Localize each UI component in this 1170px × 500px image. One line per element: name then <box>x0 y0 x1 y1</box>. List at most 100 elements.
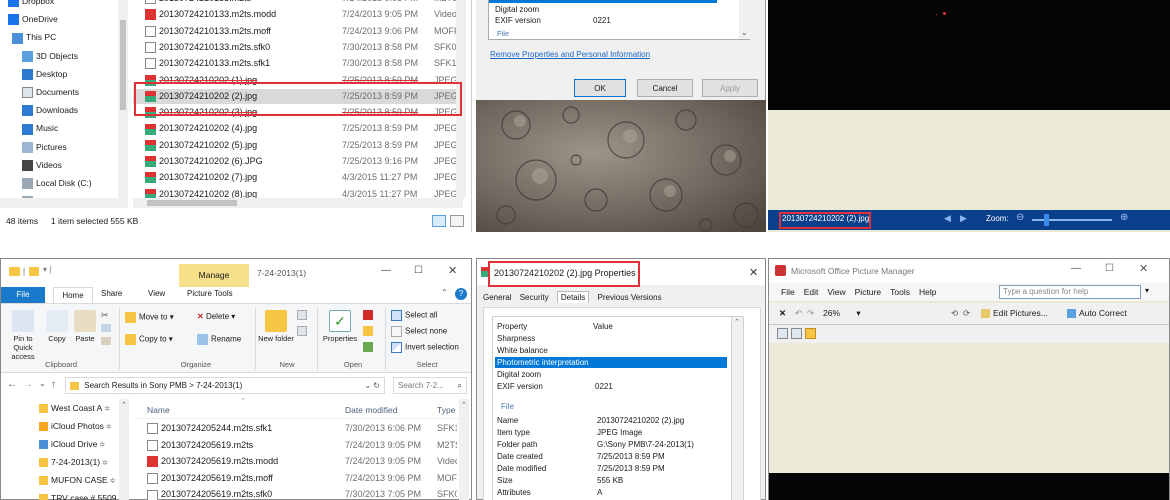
search-box[interactable]: Search 7-2... ⌕ <box>393 377 467 394</box>
qat-dropdown-icon[interactable]: ▾ | <box>43 265 51 274</box>
nav-item[interactable]: Music <box>22 121 58 136</box>
easy-access-icon[interactable] <box>297 326 307 336</box>
header-value[interactable]: Value <box>593 321 613 332</box>
file-property-row[interactable]: Date created 7/25/2013 8:59 PM <box>497 451 665 462</box>
help-icon[interactable]: ? <box>455 288 467 300</box>
file-property-row[interactable]: Attributes A <box>497 487 602 498</box>
property-row[interactable]: Photometric interpretation <box>495 357 727 368</box>
remove-properties-link[interactable]: Remove Properties and Personal Informati… <box>490 50 650 59</box>
nav-item[interactable]: This PC <box>12 30 56 45</box>
file-row[interactable]: 20130724210202 (6).JPG 7/25/2013 9:16 PM J… <box>133 154 463 169</box>
copy-path-icon[interactable] <box>101 324 111 332</box>
nav-item[interactable]: Dropbox <box>8 0 54 9</box>
select-none-button[interactable]: Select none <box>391 326 447 337</box>
details-view-icon[interactable] <box>432 215 446 227</box>
undo-icon[interactable]: ↶ <box>795 308 802 319</box>
tab-previous-versions[interactable]: Previous Versions <box>598 293 662 302</box>
open-icon[interactable] <box>363 310 373 320</box>
ribbon-collapse-icon[interactable]: ⌃ <box>441 288 448 297</box>
top-file-hscrollbar[interactable] <box>133 198 463 208</box>
file-row[interactable]: 20130724205619.m2ts 7/24/2013 9:05 PM M2TS <box>135 438 457 453</box>
delete-x-icon[interactable]: ✕ <box>779 308 786 319</box>
zoom-dropdown[interactable]: 26% ▾ <box>823 308 861 319</box>
rotate-left-icon[interactable]: ⟲ <box>951 308 958 319</box>
property-row[interactable]: EXIF version 0221 <box>495 15 611 26</box>
file-row[interactable]: 20130724210133.m2ts.sfk0 7/30/2013 8:58 P… <box>133 40 463 55</box>
picmgr-minimize-icon[interactable]: — <box>1071 263 1081 274</box>
file-row[interactable]: 20130724210133.m2ts.modd 7/24/2013 9:05 P… <box>133 7 463 22</box>
top-props-vscrollbar[interactable]: ⌄ <box>739 0 750 39</box>
file-row[interactable]: 20130724210202 (7).jpg 4/3/2015 11:27 PM J… <box>133 170 463 185</box>
new-folder-button[interactable]: New folder <box>257 310 295 343</box>
file-row[interactable]: 20130724210202 (1).jpg 7/25/2013 8:59 PM J… <box>133 73 463 88</box>
maximize-icon[interactable]: ☐ <box>414 265 423 276</box>
next-arrow-icon[interactable]: ▶ <box>960 213 967 224</box>
large-icons-view-icon[interactable] <box>450 215 464 227</box>
tab-share[interactable]: Share <box>101 289 122 298</box>
property-row[interactable]: Digital zoom <box>495 369 727 380</box>
menu-picture[interactable]: Picture <box>855 287 881 297</box>
invert-selection-button[interactable]: Invert selection <box>391 342 459 353</box>
nav-item[interactable]: TRV case # 5509 ✲ <box>39 491 124 500</box>
nav-item[interactable]: Documents <box>22 85 79 100</box>
bottom-file-vscrollbar[interactable]: ⌃ <box>459 399 469 500</box>
top-cancel-button[interactable]: Cancel <box>637 79 693 97</box>
up-arrow-icon[interactable]: ↑ <box>51 379 56 390</box>
property-row[interactable]: Digital zoom <box>495 4 539 15</box>
file-property-row[interactable]: Size 555 KB <box>497 475 623 486</box>
file-row[interactable]: 20130724205244.m2ts.sfk1 7/30/2013 6:06 P… <box>135 421 457 436</box>
refresh-icon[interactable]: ⌄ ↻ <box>364 378 380 393</box>
nav-item[interactable]: Videos <box>22 158 62 173</box>
nav-item[interactable]: Downloads <box>22 103 78 118</box>
top-nav-hscrollbar[interactable] <box>0 198 128 208</box>
thumbnail-view-icon[interactable] <box>777 328 788 339</box>
column-type[interactable]: Type <box>437 405 455 415</box>
recent-dropdown-icon[interactable]: ⌄ <box>39 379 46 388</box>
details-scrollbar[interactable]: ⌃ <box>732 316 744 500</box>
file-row[interactable]: 20130724205619.m2ts.sfk0 7/30/2013 7:05 P… <box>135 487 457 500</box>
file-row[interactable]: 20130724210133.m2ts.moff 7/24/2013 9:06 P… <box>133 24 463 39</box>
forward-arrow-icon[interactable]: → <box>23 379 33 390</box>
tab-home[interactable]: Home <box>53 287 93 303</box>
edit-icon[interactable] <box>363 326 373 336</box>
top-apply-button[interactable]: Apply <box>702 79 758 97</box>
prev-arrow-icon[interactable]: ◀ <box>944 213 951 224</box>
file-row[interactable]: 20130724210202 (5).jpg 7/25/2013 8:59 PM J… <box>133 138 463 153</box>
auto-correct-button[interactable]: Auto Correct <box>1067 308 1127 319</box>
tab-picture-tools[interactable]: Picture Tools <box>187 289 233 298</box>
nav-item[interactable]: iCloud Drive ✲ <box>39 437 105 452</box>
column-name[interactable]: Name <box>147 405 170 415</box>
nav-item[interactable]: OneDrive <box>8 12 58 27</box>
file-property-row[interactable]: Folder path G:\Sony PMB\7-24-2013(1) <box>497 439 694 450</box>
select-all-button[interactable]: Select all <box>391 310 437 321</box>
help-question-input[interactable]: Type a question for help <box>999 285 1141 299</box>
file-row[interactable]: 20130724205619.m2ts.modd 7/24/2013 9:05 P… <box>135 454 457 469</box>
menu-edit[interactable]: Edit <box>804 287 819 297</box>
file-property-row[interactable]: Date modified 7/25/2013 8:59 PM <box>497 463 665 474</box>
column-date-modified[interactable]: Date modified <box>345 405 397 415</box>
nav-item[interactable]: MUFON CASE ✲ <box>39 473 115 488</box>
property-row[interactable]: EXIF version 0221 <box>495 381 727 392</box>
file-row[interactable]: 20130724205619.m2ts.moff 7/24/2013 9:06 P… <box>135 471 457 486</box>
pin-quick-access-button[interactable]: Pin to Quick access <box>3 310 43 361</box>
file-row[interactable]: 20130724210133.m2ts.sfk1 7/30/2013 8:58 P… <box>133 56 463 71</box>
picmgr-maximize-icon[interactable]: ☐ <box>1105 263 1114 274</box>
new-item-icon[interactable] <box>297 310 307 320</box>
rename-button[interactable]: Rename <box>197 334 241 345</box>
tab-security[interactable]: Security <box>520 293 549 302</box>
quick-save-icon[interactable] <box>29 267 39 276</box>
menu-help[interactable]: Help <box>919 287 936 297</box>
help-dropdown-icon[interactable]: ▾ <box>1145 286 1149 295</box>
menu-file[interactable]: File <box>781 287 795 297</box>
nav-item[interactable]: 3D Objects <box>22 49 78 64</box>
paste-shortcut-icon[interactable] <box>101 337 111 345</box>
file-row[interactable]: 20130724210202 (4).jpg 7/25/2013 8:59 PM J… <box>133 121 463 136</box>
properties-button[interactable]: ✓ Properties <box>319 310 361 343</box>
nav-item[interactable]: iCloud Photos ✲ <box>39 419 112 434</box>
picmgr-close-icon[interactable]: ✕ <box>1139 262 1148 275</box>
file-property-row[interactable]: Name 20130724210202 (2).jpg <box>497 415 684 426</box>
redo-icon[interactable]: ↷ <box>807 308 814 319</box>
file-row[interactable]: 20130724210133.m2ts 7/24/2013 9:05 PM M2TS <box>133 0 463 6</box>
copy-to-button[interactable]: Copy to ▾ <box>125 334 173 345</box>
zoom-in-icon[interactable]: ⊕ <box>1120 212 1128 223</box>
